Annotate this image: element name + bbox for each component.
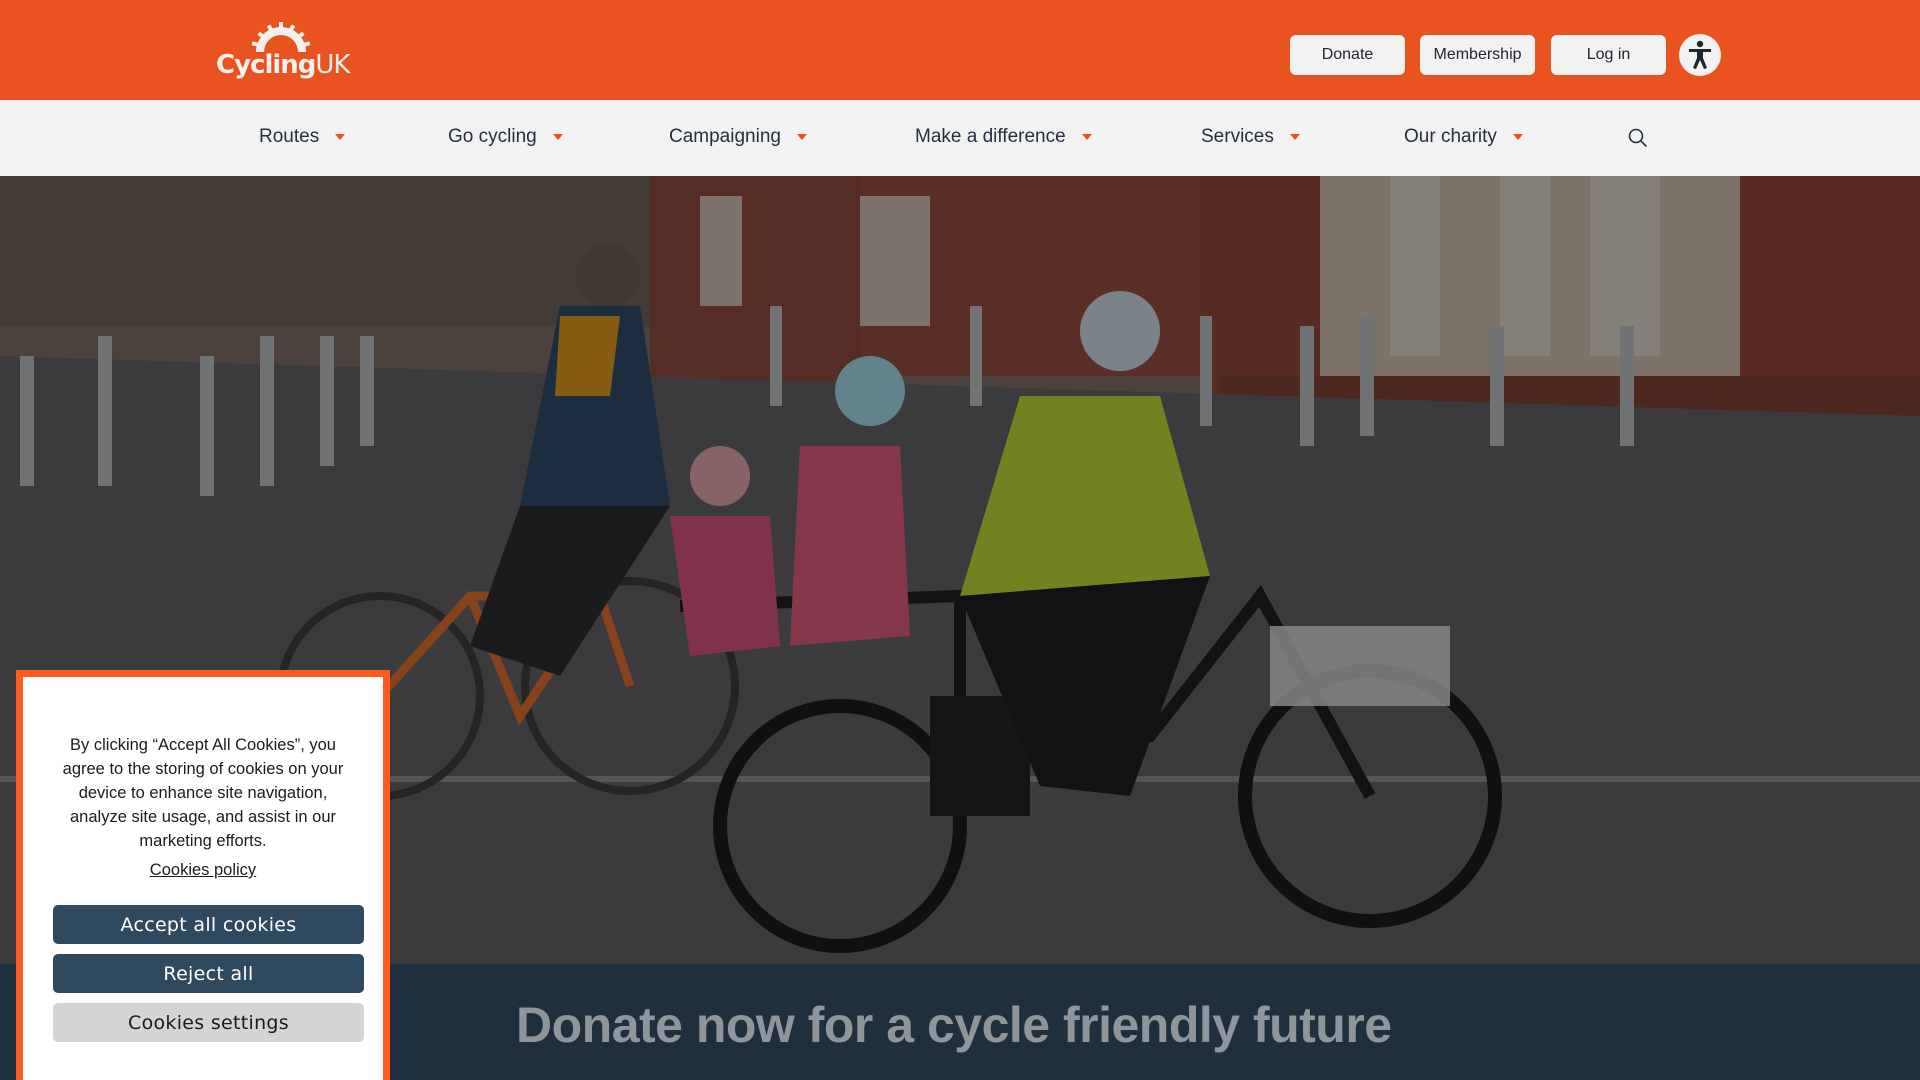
caret-down-icon bbox=[1081, 134, 1092, 140]
caret-down-icon bbox=[1512, 134, 1523, 140]
cycling-uk-logo[interactable]: CyclingUK bbox=[216, 22, 350, 84]
logo-word-cycling: Cycling bbox=[216, 50, 316, 80]
cookies-settings-button[interactable]: Cookies settings bbox=[53, 1003, 364, 1042]
nav-item-routes[interactable]: Routes bbox=[259, 126, 346, 148]
donate-band-title: Donate now for a cycle friendly future bbox=[516, 997, 1392, 1053]
nav-item-label: Routes bbox=[259, 126, 320, 147]
logo-wordmark: CyclingUK bbox=[216, 50, 350, 80]
caret-down-icon bbox=[552, 134, 563, 140]
reject-all-button[interactable]: Reject all bbox=[53, 954, 364, 993]
caret-down-icon bbox=[1289, 134, 1300, 140]
cookie-consent-dialog: By clicking “Accept All Cookies”, you ag… bbox=[16, 670, 390, 1080]
nav-item-label: Make a difference bbox=[915, 126, 1066, 147]
nav-item-make-a-difference[interactable]: Make a difference bbox=[915, 126, 1092, 148]
site-header: CyclingUK Donate Membership Log in bbox=[0, 0, 1920, 100]
logo-word-uk: UK bbox=[315, 50, 350, 80]
nav-item-label: Services bbox=[1201, 126, 1274, 147]
log-in-button[interactable]: Log in bbox=[1551, 35, 1666, 75]
search-icon[interactable] bbox=[1626, 126, 1650, 150]
gear-sunrise-icon bbox=[251, 22, 311, 52]
accept-all-cookies-button[interactable]: Accept all cookies bbox=[53, 905, 364, 944]
membership-button[interactable]: Membership bbox=[1420, 35, 1535, 75]
accessibility-person-icon bbox=[1689, 40, 1711, 69]
nav-item-label: Go cycling bbox=[448, 126, 537, 147]
nav-item-go-cycling[interactable]: Go cycling bbox=[448, 126, 563, 148]
caret-down-icon bbox=[796, 134, 807, 140]
cookie-message: By clicking “Accept All Cookies”, you ag… bbox=[62, 736, 344, 850]
nav-item-label: Our charity bbox=[1404, 126, 1497, 147]
nav-item-label: Campaigning bbox=[669, 126, 781, 147]
accessibility-button[interactable] bbox=[1679, 34, 1721, 76]
caret-down-icon bbox=[335, 134, 346, 140]
nav-item-services[interactable]: Services bbox=[1201, 126, 1300, 148]
donate-button[interactable]: Donate bbox=[1290, 35, 1405, 75]
nav-item-campaigning[interactable]: Campaigning bbox=[669, 126, 807, 148]
nav-item-our-charity[interactable]: Our charity bbox=[1404, 126, 1523, 148]
cookies-policy-link[interactable]: Cookies policy bbox=[23, 861, 383, 880]
